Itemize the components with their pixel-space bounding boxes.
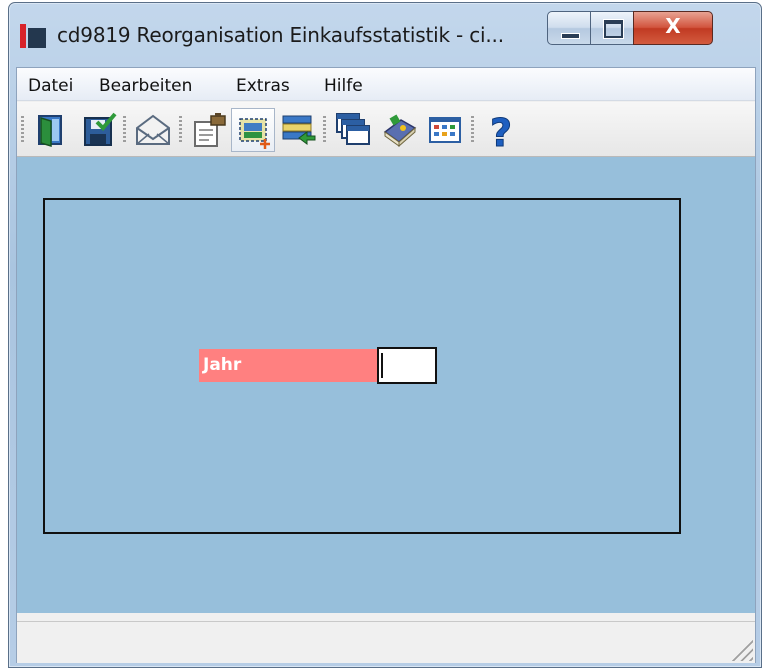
exit-door-icon — [38, 115, 62, 148]
toolbar-separator — [179, 116, 182, 144]
menu-bearbeiten[interactable]: Bearbeiten — [99, 76, 192, 96]
windows-button[interactable] — [331, 108, 375, 152]
jahr-input[interactable] — [377, 347, 437, 384]
client-area: Datei Bearbeiten Extras Hilfe ? Jahr — [16, 67, 756, 663]
new-record-icon — [239, 118, 270, 149]
toolbar-grip[interactable] — [21, 116, 24, 144]
maximize-icon — [604, 20, 623, 38]
save-check-icon — [84, 112, 117, 146]
mail-envelope-icon — [136, 114, 170, 145]
help-question-icon: ? — [489, 112, 512, 152]
toolbar-separator — [123, 116, 126, 144]
toolbar: ? — [17, 102, 755, 157]
help-button[interactable]: ? — [479, 108, 523, 152]
title-bar[interactable]: cd9819 Reorganisation Einkaufsstatistik … — [9, 3, 761, 65]
save-button[interactable] — [77, 108, 121, 152]
menu-extras[interactable]: Extras — [236, 76, 290, 96]
exit-button[interactable] — [29, 108, 73, 152]
app-logo-dark-block — [28, 28, 46, 48]
document-stamp-icon — [194, 113, 226, 147]
menu-hilfe[interactable]: Hilfe — [324, 76, 363, 96]
jahr-label: Jahr — [199, 349, 377, 382]
app-logo-red-bar — [20, 24, 26, 48]
close-icon: X — [665, 14, 681, 38]
status-bar — [17, 621, 755, 663]
list-import-icon — [282, 115, 316, 145]
toolbar-separator — [471, 116, 474, 144]
window-title: cd9819 Reorganisation Einkaufsstatistik … — [57, 23, 504, 47]
minimize-icon — [561, 33, 580, 39]
windows-cascade-icon — [336, 113, 370, 145]
application-window: cd9819 Reorganisation Einkaufsstatistik … — [8, 2, 762, 668]
menu-bar: Datei Bearbeiten Extras Hilfe — [17, 68, 755, 101]
book-icon — [383, 114, 417, 148]
toolbar-separator — [323, 116, 326, 144]
minimize-button[interactable] — [547, 11, 591, 45]
menu-datei[interactable]: Datei — [28, 76, 73, 96]
stamp-button[interactable] — [187, 108, 231, 152]
maximize-button[interactable] — [590, 11, 634, 45]
app-logo-icon[interactable] — [20, 24, 46, 48]
calendar-button[interactable] — [423, 108, 467, 152]
calendar-grid-icon — [429, 117, 461, 143]
form-canvas: Jahr — [17, 157, 755, 613]
mail-button[interactable] — [131, 108, 175, 152]
list-import-button[interactable] — [277, 108, 321, 152]
svg-text:?: ? — [490, 112, 512, 152]
close-button[interactable]: X — [633, 11, 713, 45]
new-record-button[interactable] — [231, 108, 275, 152]
text-caret — [381, 353, 383, 378]
resize-grip-icon[interactable] — [731, 639, 753, 661]
book-button[interactable] — [377, 108, 421, 152]
